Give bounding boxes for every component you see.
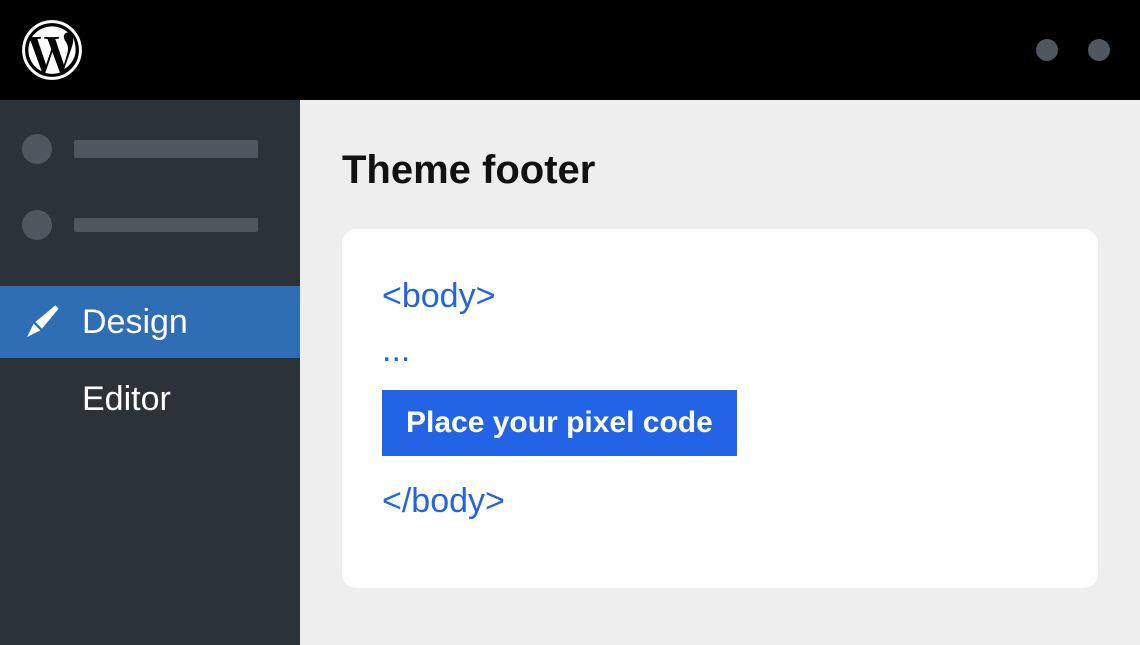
code-editor-card[interactable]: <body> ... Place your pixel code </body>	[342, 229, 1098, 588]
code-line-open-body: <body>	[382, 269, 1058, 323]
placeholder-circle-icon	[22, 134, 52, 164]
placeholder-bar	[74, 140, 258, 158]
pixel-code-placeholder[interactable]: Place your pixel code	[382, 390, 737, 456]
paintbrush-icon	[22, 302, 62, 342]
sidebar: Design Editor	[0, 100, 300, 645]
sidebar-item-label: Design	[82, 303, 188, 342]
sidebar-item-label: Editor	[82, 380, 171, 419]
placeholder-circle-icon	[22, 210, 52, 240]
code-line-close-body: </body>	[382, 474, 1058, 528]
topbar-action-1[interactable]	[1036, 39, 1058, 61]
sidebar-placeholder-row-1[interactable]	[0, 134, 300, 164]
code-line-ellipsis: ...	[382, 323, 1058, 377]
sidebar-item-editor[interactable]: Editor	[0, 358, 300, 440]
topbar-action-2[interactable]	[1088, 39, 1110, 61]
sidebar-placeholder-row-2[interactable]	[0, 210, 300, 240]
topbar-right-actions	[1036, 39, 1110, 61]
top-bar	[0, 0, 1140, 100]
page-title: Theme footer	[342, 148, 1098, 193]
wordpress-logo-icon[interactable]	[22, 20, 82, 80]
placeholder-bar	[74, 218, 258, 232]
main-content: Theme footer <body> ... Place your pixel…	[300, 100, 1140, 645]
sidebar-item-design[interactable]: Design	[0, 286, 300, 358]
